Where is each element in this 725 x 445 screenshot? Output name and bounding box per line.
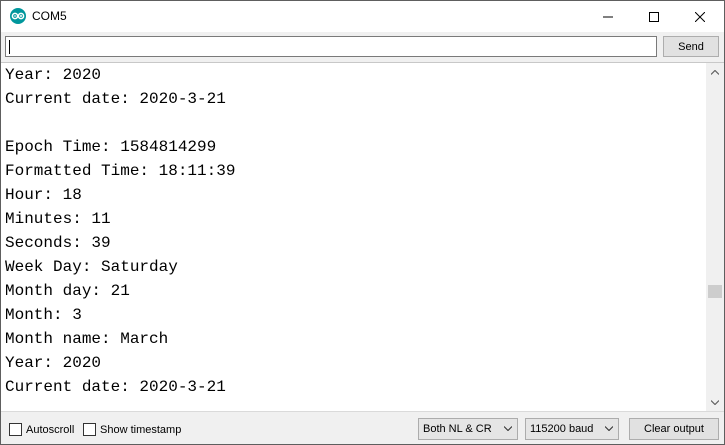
output-line: Week Day: Saturday [5, 258, 178, 276]
baud-rate-select[interactable]: 115200 baud [525, 418, 619, 440]
output-line: Minutes: 11 [5, 210, 111, 228]
autoscroll-checkbox[interactable]: Autoscroll [9, 423, 74, 436]
chevron-down-icon [504, 426, 512, 431]
output-line: Seconds: 39 [5, 234, 111, 252]
window-title: COM5 [32, 9, 67, 23]
title-bar: COM5 [1, 1, 724, 32]
output-line: Formatted Time: 18:11:39 [5, 162, 236, 180]
vertical-scrollbar[interactable] [706, 62, 724, 411]
bottom-bar: Autoscroll Show timestamp Both NL & CR 1… [1, 411, 724, 444]
close-icon [695, 11, 705, 22]
minimize-icon [603, 16, 613, 17]
line-ending-value: Both NL & CR [423, 423, 492, 435]
chevron-up-icon [711, 70, 719, 75]
send-bar: Send [1, 32, 724, 62]
output-line: Month day: 21 [5, 282, 130, 300]
chevron-down-icon [605, 426, 613, 431]
autoscroll-box[interactable] [9, 423, 22, 436]
line-ending-select[interactable]: Both NL & CR [418, 418, 518, 440]
output-line: Current date: 2020-3-21 [5, 90, 226, 108]
output-line: Current date: 2020-3-21 [5, 378, 226, 396]
output-line: Month: 3 [5, 306, 82, 324]
output-line: Hour: 18 [5, 186, 82, 204]
serial-monitor-window: COM5 Send Year: 2020 Current date: 2020-3… [0, 0, 725, 445]
timestamp-box[interactable] [83, 423, 96, 436]
autoscroll-label: Autoscroll [26, 423, 75, 436]
text-caret [9, 40, 10, 54]
baud-rate-value: 115200 baud [530, 423, 594, 435]
timestamp-checkbox[interactable]: Show timestamp [83, 423, 181, 436]
serial-output[interactable]: Year: 2020 Current date: 2020-3-21 Epoch T… [1, 62, 706, 411]
chevron-down-icon [711, 400, 719, 405]
close-button[interactable] [677, 1, 723, 32]
minimize-button[interactable] [585, 1, 631, 32]
serial-input[interactable] [5, 36, 657, 57]
arduino-icon [10, 8, 26, 24]
maximize-button[interactable] [631, 1, 677, 32]
scroll-down-button[interactable] [706, 394, 724, 411]
output-line: Epoch Time: 1584814299 [5, 138, 217, 156]
clear-output-button[interactable]: Clear output [629, 418, 719, 440]
timestamp-label: Show timestamp [100, 423, 182, 436]
scroll-up-button[interactable] [706, 64, 724, 81]
output-line: Year: 2020 [5, 66, 102, 84]
scrollbar-thumb[interactable] [708, 285, 722, 298]
maximize-icon [649, 11, 659, 22]
output-line: Month name: March [5, 330, 169, 348]
send-button[interactable]: Send [663, 36, 719, 57]
output-line: Year: 2020 [5, 354, 102, 372]
